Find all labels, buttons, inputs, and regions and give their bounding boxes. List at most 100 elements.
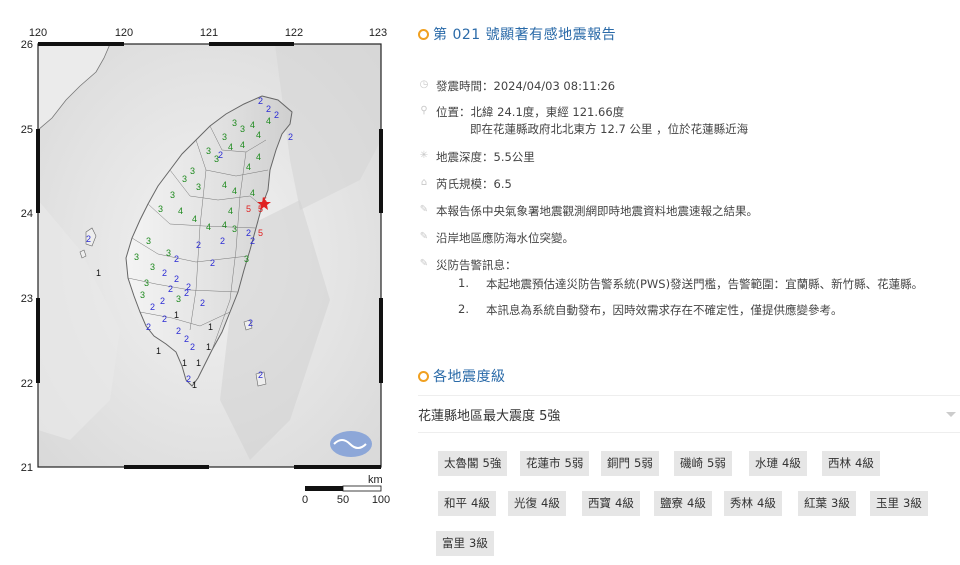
station-name: 光復: [514, 496, 537, 510]
intensity-label: 3: [240, 124, 245, 134]
warning-item-number: 1.: [458, 276, 469, 290]
intensity-label: 4: [256, 130, 261, 140]
location-pin-icon: ⚲: [420, 105, 428, 116]
station-name: 銅門: [607, 456, 630, 470]
station-level: 3級: [469, 536, 488, 550]
station-level: 4級: [855, 456, 874, 470]
intensity-label: 2: [200, 298, 205, 308]
scale-unit: km: [368, 474, 383, 486]
intensity-label: 3: [232, 224, 237, 234]
intensity-label: 1: [174, 310, 179, 320]
station-name: 秀林: [730, 496, 753, 510]
lat-tick-label: 23: [21, 293, 33, 305]
intensity-label: 2: [162, 268, 167, 278]
station-name: 鹽寮: [660, 496, 683, 510]
circle-bullet-icon: [418, 370, 429, 382]
station-name: 太魯閣: [444, 456, 479, 470]
intensity-label: 5: [246, 204, 251, 214]
station-level: 4級: [782, 456, 801, 470]
intensity-map-svg: 2224533442343432 443344 435 5533 44433 3323 22…: [21, 27, 390, 506]
scale-bar-black: [305, 486, 343, 491]
intensity-label: 3: [134, 252, 139, 262]
station-chip: 水璉 4級: [749, 451, 807, 476]
origin-time: 發震時間：2024/04/03 08:11:26: [436, 79, 616, 93]
depth-row: ✳ 地震深度：5.5公里: [418, 149, 535, 165]
warning-row: ✎ 災防告警訊息：: [418, 257, 517, 273]
station-chip: 西林 4級: [822, 451, 880, 476]
intensity-label: 2: [218, 150, 223, 160]
intensity-label: 4: [228, 142, 233, 152]
intensity-label: 3: [176, 294, 181, 304]
intensity-label: 2: [210, 258, 215, 268]
intensity-label: 2: [168, 284, 173, 294]
station-level: 5弱: [564, 456, 584, 470]
pencil-icon: ✎: [419, 204, 429, 215]
intensity-label: 1: [182, 358, 187, 368]
intensity-label: 2: [174, 274, 179, 284]
region-select[interactable]: 花蓮縣地區最大震度 5強: [418, 395, 960, 433]
pencil-icon: ✎: [419, 258, 429, 269]
intensity-label: 2: [162, 314, 167, 324]
station-level: 5弱: [634, 456, 653, 470]
warning-item-number: 2.: [458, 302, 469, 316]
station-name: 西寶: [588, 496, 611, 510]
station-level: 4級: [757, 496, 776, 510]
intensity-label: 1: [96, 268, 101, 278]
station-name: 富里: [442, 536, 465, 550]
magnitude-icon: ⌂: [420, 177, 428, 188]
lat-tick-label: 25: [21, 124, 33, 136]
intensity-label: 2: [288, 132, 293, 142]
intensity-label: 4: [206, 222, 211, 232]
station-level: 4級: [687, 496, 706, 510]
station-chip: 富里 3級: [436, 531, 494, 556]
focal-depth: 地震深度：5.5公里: [436, 150, 535, 164]
intensity-label: 2: [146, 322, 151, 332]
intensity-label: 2: [220, 236, 225, 246]
location-description: 即在花蓮縣政府北北東方 12.7 公里 ，位於花蓮縣近海: [470, 122, 749, 136]
station-level: 5強: [482, 456, 502, 470]
station-chip: 和平 4級: [438, 491, 496, 516]
intensity-label: 3: [144, 278, 149, 288]
report-note: 沿岸地區應防海水位突變。: [436, 231, 574, 245]
lon-tick-label: 122: [285, 27, 303, 39]
intensity-label: 4: [240, 140, 245, 150]
intensity-label: 3: [196, 182, 201, 192]
station-chip: 磯崎 5弱: [674, 451, 732, 476]
lon-tick-label: 120: [115, 27, 133, 39]
intensity-label: 4: [256, 152, 261, 162]
station-name: 紅葉: [804, 496, 827, 510]
intensity-label: 4: [222, 220, 227, 230]
earthquake-report: 第 021 號顯著有感地震報告 ◷ 發震時間：2024/04/03 08:11:…: [418, 0, 960, 565]
scale-label: 100: [372, 494, 390, 506]
intensity-label: 3: [170, 190, 175, 200]
warning-item-text: 本訊息為系統自動發布，因時效需求存在不確定性，僅提供應變參考。: [486, 303, 843, 317]
warning-item: 1. 本起地震預估達災防告警系統(PWS)發送門檻，告警範圍：宜蘭縣、新竹縣、花…: [458, 276, 923, 292]
intensity-label: 2: [184, 288, 189, 298]
intensity-label: 4: [232, 186, 237, 196]
intensity-label: 2: [190, 342, 195, 352]
circle-bullet-icon: [418, 28, 429, 40]
chevron-down-icon[interactable]: [946, 411, 956, 417]
station-name: 水璉: [755, 456, 778, 470]
intensity-label: 4: [178, 206, 183, 216]
report-title: 第 021 號顯著有感地震報告: [433, 27, 617, 43]
intensity-label: 4: [246, 162, 251, 172]
intensity-label: 1: [206, 342, 211, 352]
intensity-label: 3: [150, 262, 155, 272]
station-name: 和平: [444, 496, 467, 510]
intensity-section-title: 各地震度級: [433, 369, 506, 385]
warning-title: 災防告警訊息：: [436, 258, 517, 272]
station-chip: 秀林 4級: [724, 491, 782, 516]
report-note: 本報告係中央氣象署地震觀測網即時地震資料地震速報之結果。: [436, 204, 758, 218]
lon-tick-label: 121: [200, 27, 218, 39]
lon-tick-label: 123: [369, 27, 387, 39]
intensity-label: 5: [258, 228, 263, 238]
intensity-label: 4: [222, 180, 227, 190]
station-level: 3級: [903, 496, 922, 510]
intensity-label: 2: [274, 110, 279, 120]
warning-item: 2. 本訊息為系統自動發布，因時效需求存在不確定性，僅提供應變參考。: [458, 302, 843, 318]
station-chip: 銅門 5弱: [601, 451, 659, 476]
lat-tick-label: 21: [21, 462, 33, 474]
time-row: ◷ 發震時間：2024/04/03 08:11:26: [418, 78, 615, 94]
station-level: 4級: [541, 496, 560, 510]
